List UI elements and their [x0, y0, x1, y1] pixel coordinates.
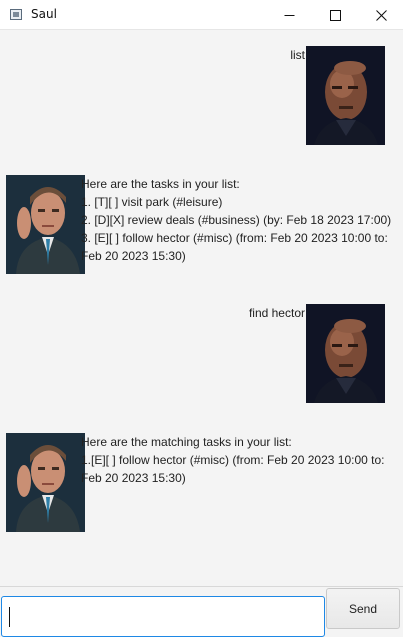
text-caret — [9, 607, 10, 627]
message-input[interactable] — [1, 596, 325, 637]
saul-avatar-image — [6, 175, 85, 274]
minimize-icon — [284, 14, 294, 16]
maximize-button[interactable] — [312, 0, 358, 30]
user-avatar — [306, 304, 385, 403]
window-title: Saul — [31, 7, 57, 21]
app-icon — [10, 9, 22, 20]
input-bar: Send — [0, 586, 403, 637]
saul-avatar — [6, 175, 85, 274]
bot-message-text: Here are the tasks in your list: 1. [T][… — [81, 177, 392, 263]
window-titlebar: Saul — [0, 0, 403, 30]
user-message-text: list — [290, 48, 305, 62]
maximize-icon — [329, 9, 341, 21]
chat-area[interactable]: list Here are the tasks in your list: 1.… — [0, 31, 403, 585]
close-button[interactable] — [358, 0, 403, 30]
saul-avatar — [6, 433, 85, 532]
bot-message-text: Here are the matching tasks in your list… — [81, 435, 385, 485]
user-avatar — [306, 46, 385, 145]
saul-avatar-image — [6, 433, 85, 532]
user-avatar-image — [306, 304, 385, 403]
user-message-text: find hector — [248, 306, 305, 320]
minimize-button[interactable] — [266, 0, 312, 30]
send-button[interactable]: Send — [326, 588, 400, 629]
close-icon — [375, 9, 387, 21]
user-avatar-image — [306, 46, 385, 145]
